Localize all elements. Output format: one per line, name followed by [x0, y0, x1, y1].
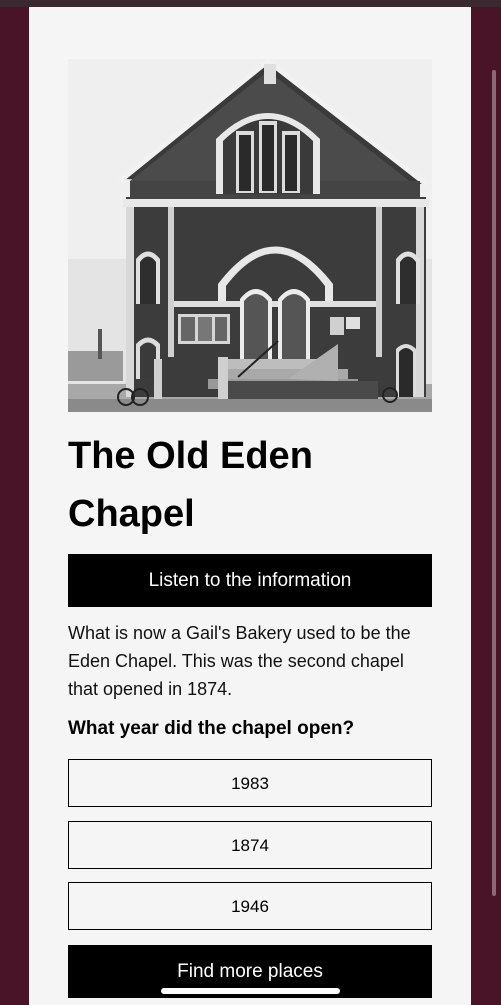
answer-option-1983[interactable]: 1983	[68, 759, 432, 807]
home-indicator[interactable]	[161, 988, 340, 994]
description-text: What is now a Gail's Bakery used to be t…	[68, 623, 411, 699]
page-scrollbar[interactable]	[492, 70, 496, 896]
answer-option-1946[interactable]: 1946	[68, 882, 432, 930]
answer-option-1874[interactable]: 1874	[68, 821, 432, 869]
chapel-photo	[68, 59, 432, 412]
content-card: The Old Eden Chapel Listen to the inform…	[29, 7, 471, 1005]
status-bar-strip	[0, 0, 501, 7]
quiz-question: What year did the chapel open?	[68, 718, 355, 739]
chapel-illustration	[68, 59, 432, 412]
page-title: The Old Eden Chapel	[68, 435, 313, 535]
listen-button[interactable]: Listen to the information	[68, 554, 432, 607]
